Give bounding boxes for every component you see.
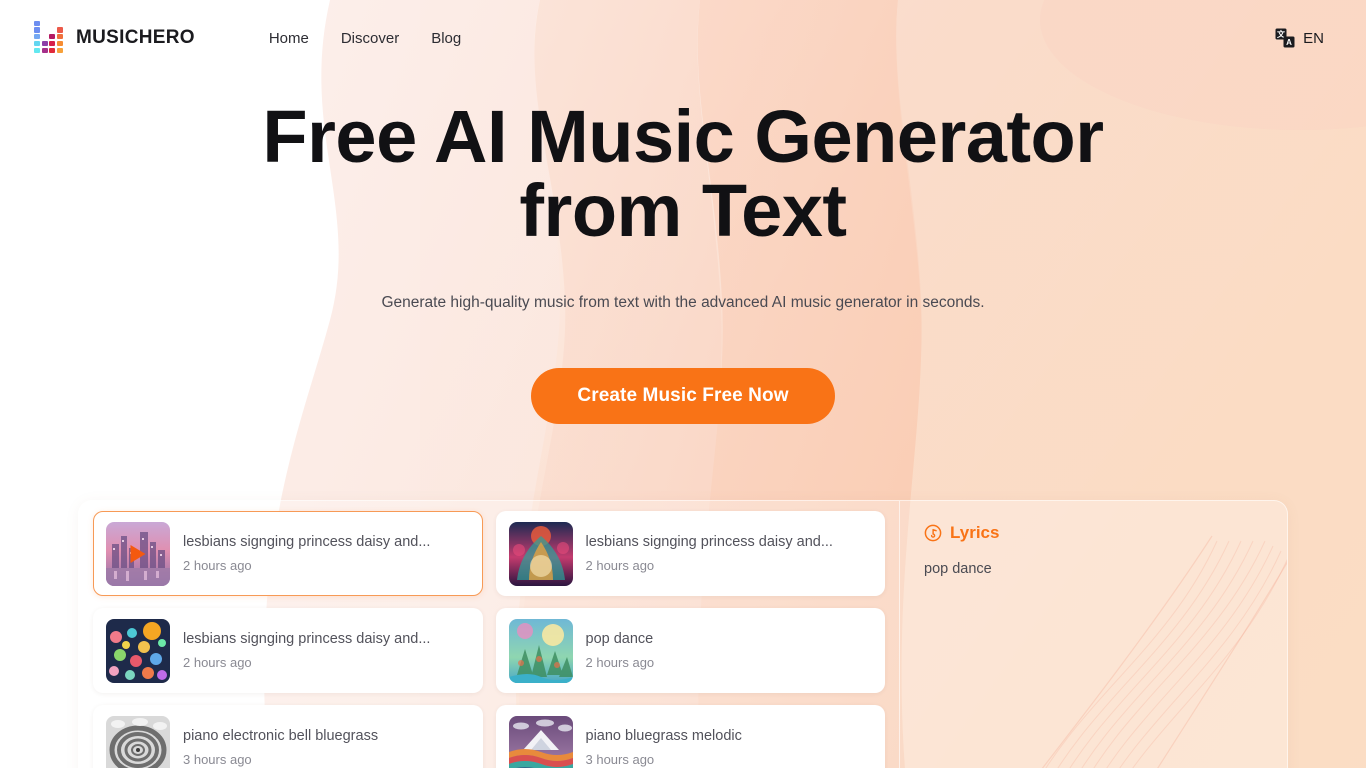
cta-container: Create Music Free Now [0, 367, 1366, 424]
page-title: Free AI Music Generator from Text [0, 100, 1366, 248]
logo-cell [42, 27, 48, 32]
logo-cell [34, 34, 40, 40]
tracks-list: lesbians signging princess daisy and... 2… [79, 501, 899, 768]
monochrome-tunnel-thumbnail[interactable] [106, 715, 170, 768]
logo-cell [56, 27, 63, 33]
nav-item-blog[interactable]: Blog [415, 25, 477, 52]
track-timestamp: 2 hours ago [585, 655, 655, 671]
logo-cell [56, 34, 63, 40]
equalizer-bars-icon [34, 20, 64, 53]
track-title: piano bluegrass melodic [585, 728, 742, 745]
brand-name: MUSICHERO [76, 27, 195, 48]
logo-cell [42, 34, 48, 39]
language-selector[interactable]: 文 A EN [1275, 28, 1334, 48]
play-icon[interactable] [130, 544, 146, 563]
track-meta: lesbians signging princess daisy and... 2… [183, 533, 470, 573]
track-card[interactable]: pop dance 2 hours ago [495, 608, 885, 693]
create-music-button[interactable]: Create Music Free Now [531, 367, 835, 424]
logo-cell [34, 20, 40, 26]
lyrics-header: Lyrics [924, 523, 1263, 543]
nav-item-discover[interactable]: Discover [325, 25, 415, 52]
lyrics-panel: Lyrics pop dance [899, 501, 1287, 768]
mountain-waves-thumbnail[interactable] [508, 715, 573, 768]
tracks-column-left: lesbians signging princess daisy and... 2… [93, 511, 483, 768]
track-card[interactable]: lesbians signging princess daisy and... 2… [93, 608, 483, 693]
translate-icon: 文 A [1275, 28, 1295, 48]
language-label: EN [1303, 29, 1324, 47]
lyrics-title: Lyrics [950, 523, 1000, 542]
main-nav: Home Discover Blog [253, 25, 477, 52]
track-meta: lesbians signging princess daisy and... 2… [183, 630, 470, 670]
track-title: piano electronic bell bluegrass [183, 728, 379, 745]
track-timestamp: 2 hours ago [183, 558, 252, 574]
cyberpunk-city-thumbnail[interactable] [106, 521, 170, 586]
track-meta: lesbians signging princess daisy and... 2… [586, 533, 873, 573]
logo-cell [49, 21, 55, 26]
logo-cell [57, 21, 63, 26]
track-card[interactable]: lesbians signging princess daisy and... 2… [495, 511, 885, 596]
logo-cell [34, 27, 40, 33]
fantasy-forest-thumbnail[interactable] [508, 618, 573, 683]
logo-cell [49, 41, 56, 47]
logo-cell [49, 34, 56, 40]
logo-cell [56, 47, 63, 53]
hero-title-line1: Free AI Music Generator [262, 95, 1104, 178]
track-card[interactable]: lesbians signging princess daisy and... 2… [93, 511, 483, 596]
tracks-panel: lesbians signging princess daisy and... 2… [78, 500, 1288, 768]
track-timestamp: 3 hours ago [183, 752, 252, 768]
hero-title-line2: from Text [519, 169, 847, 252]
nav-item-home[interactable]: Home [253, 25, 325, 52]
logo-cell [34, 41, 40, 47]
svg-text:A: A [1286, 38, 1292, 47]
logo-cell [41, 47, 48, 53]
track-card[interactable]: piano electronic bell bluegrass 3 hours a… [93, 705, 483, 768]
lyrics-text: pop dance [924, 561, 992, 577]
logo-cell [49, 47, 56, 53]
hero-subtitle: Generate high-quality music from text wi… [381, 294, 985, 311]
track-timestamp: 3 hours ago [585, 752, 655, 768]
track-title: lesbians signging princess daisy and... [183, 631, 431, 648]
logo-cell [41, 41, 48, 47]
logo-cell [42, 21, 48, 26]
logo-cell [56, 41, 63, 47]
track-title: lesbians signging princess daisy and... [183, 534, 431, 551]
track-timestamp: 2 hours ago [183, 655, 252, 671]
logo-cell [34, 47, 40, 53]
track-timestamp: 2 hours ago [585, 558, 655, 574]
track-card[interactable]: piano bluegrass melodic 3 hours ago [495, 705, 885, 768]
track-meta: piano electronic bell bluegrass 3 hours a… [183, 727, 470, 767]
brand-logo[interactable]: MUSICHERO [34, 20, 195, 53]
page-root: MUSICHERO Home Discover Blog 文 A EN Free… [0, 0, 1366, 768]
track-title: pop dance [585, 631, 654, 648]
vinyl-music-note-icon [924, 524, 942, 542]
site-header: MUSICHERO Home Discover Blog 文 A EN [0, 0, 1366, 76]
logo-cell [49, 27, 55, 32]
track-meta: pop dance 2 hours ago [586, 630, 873, 670]
tracks-column-right: lesbians signging princess daisy and... 2… [495, 511, 885, 768]
psychedelic-figure-thumbnail[interactable] [508, 521, 573, 586]
track-title: lesbians signging princess daisy and... [585, 534, 833, 551]
colorful-characters-thumbnail[interactable] [106, 618, 170, 683]
track-meta: piano bluegrass melodic 3 hours ago [586, 727, 873, 767]
